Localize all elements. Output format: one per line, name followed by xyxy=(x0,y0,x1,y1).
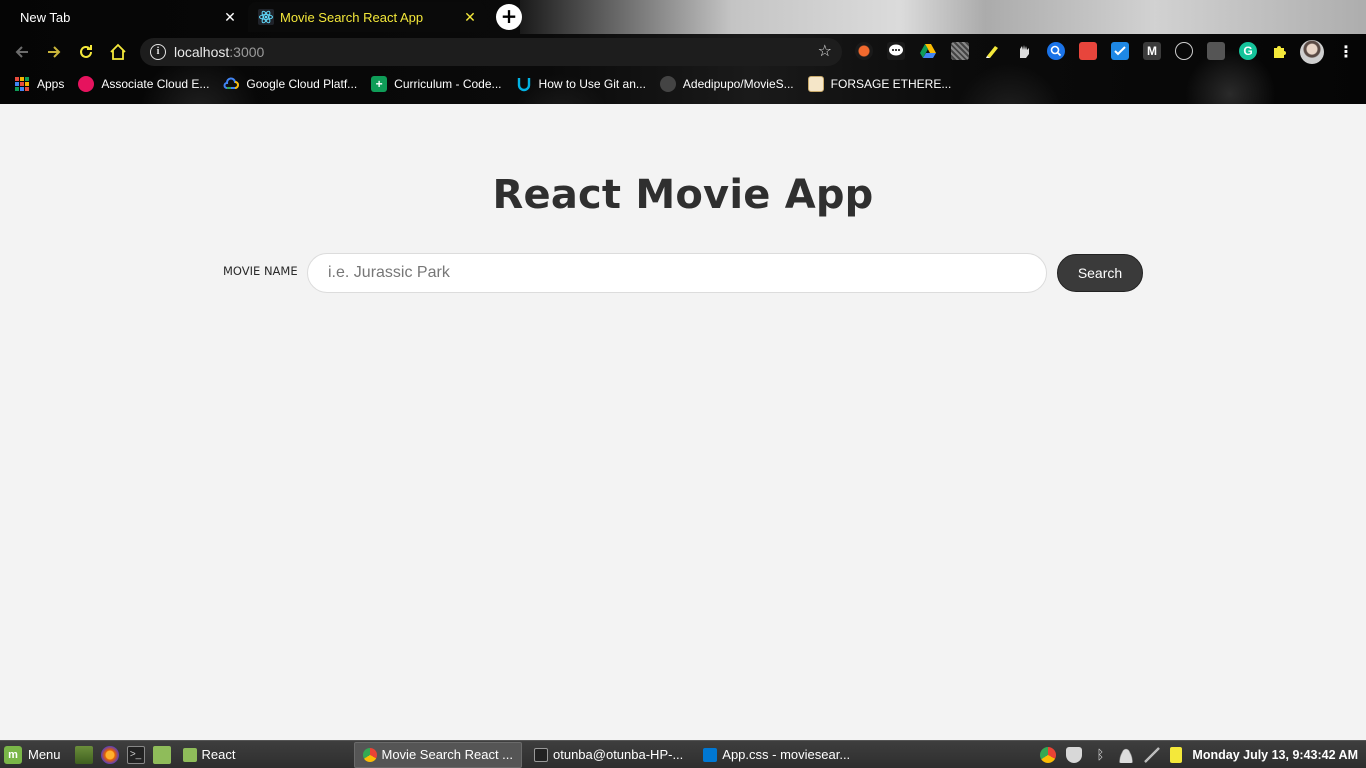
forward-button[interactable] xyxy=(42,40,66,64)
bookmark-apps[interactable]: Apps xyxy=(14,76,64,92)
more-menu-icon[interactable]: ⋮ xyxy=(1338,42,1354,62)
arrow-left-icon xyxy=(15,46,28,58)
terminal-icon xyxy=(534,747,548,762)
qr-code-icon[interactable] xyxy=(951,42,969,60)
bookmark-label: How to Use Git an... xyxy=(538,77,646,91)
battery-icon[interactable] xyxy=(1170,747,1183,763)
bookmark-forsage[interactable]: FORSAGE ETHERE... xyxy=(807,76,952,92)
bookmark-google-cloud[interactable]: Google Cloud Platf... xyxy=(223,76,357,92)
puzzle-extensions-icon[interactable] xyxy=(1271,42,1289,60)
chrome-tray-icon[interactable] xyxy=(1040,747,1057,763)
bookmark-curriculum[interactable]: + Curriculum - Code... xyxy=(371,76,502,92)
react-icon xyxy=(258,9,274,25)
github-icon xyxy=(659,76,676,92)
reload-icon xyxy=(80,45,92,58)
folder-icon xyxy=(182,747,197,762)
grammarly-icon[interactable]: G xyxy=(1239,42,1257,60)
shield-icon[interactable] xyxy=(1066,747,1083,763)
show-desktop-icon[interactable] xyxy=(74,745,93,764)
bookmark-associate-cloud[interactable]: Associate Cloud E... xyxy=(78,76,209,92)
system-tray: ᛒ Monday July 13, 9:43:42 AM xyxy=(1030,741,1358,768)
taskbar-window-terminal[interactable]: otunba@otunba-HP-... xyxy=(526,742,691,768)
firefox-icon[interactable] xyxy=(100,745,119,764)
clock[interactable]: Monday July 13, 9:43:42 AM xyxy=(1192,748,1358,762)
mint-logo-icon: m xyxy=(4,745,22,764)
vscode-icon xyxy=(703,747,718,762)
bookmark-label: Adedipupo/MovieS... xyxy=(682,77,794,91)
window-label: Movie Search React ... xyxy=(381,747,514,762)
checkmark-extension-icon[interactable] xyxy=(1111,42,1129,60)
network-icon[interactable] xyxy=(1144,747,1161,763)
browser-chrome: New Tab ✕ Movie Search React App ✕ + i l… xyxy=(0,0,1366,104)
bookmark-label: FORSAGE ETHERE... xyxy=(830,77,952,91)
red-box-extension-icon[interactable] xyxy=(1079,42,1097,60)
bookmark-label: Apps xyxy=(37,77,65,91)
tab-title: New Tab xyxy=(20,9,71,25)
bluetooth-icon[interactable]: ᛒ xyxy=(1092,747,1108,763)
bookmark-label: Curriculum - Code... xyxy=(394,77,502,91)
close-icon[interactable]: ✕ xyxy=(222,9,238,25)
arrow-right-icon xyxy=(48,46,61,58)
files-launcher-icon[interactable] xyxy=(152,745,171,764)
apps-grid-icon xyxy=(15,77,29,91)
bookmark-label: Google Cloud Platf... xyxy=(246,77,358,91)
home-button[interactable] xyxy=(106,40,130,64)
bookmark-github-repo[interactable]: Adedipupo/MovieS... xyxy=(659,76,794,92)
taskbar-window-vscode[interactable]: App.css - moviesear... xyxy=(695,742,858,768)
bookmark-label: Associate Cloud E... xyxy=(101,77,210,91)
back-button[interactable] xyxy=(10,40,34,64)
menu-label: Menu xyxy=(28,747,61,762)
sheet-plus-icon: + xyxy=(371,76,388,92)
user-icon[interactable] xyxy=(1118,747,1135,763)
terminal-launcher-icon[interactable]: >_ xyxy=(126,745,145,764)
search-button[interactable]: Search xyxy=(1057,254,1143,292)
window-label: React xyxy=(201,747,236,762)
url-host: localhost xyxy=(174,44,230,60)
forsage-icon xyxy=(807,76,824,92)
tab-new-tab[interactable]: New Tab ✕ xyxy=(8,2,246,32)
tab-title: Movie Search React App xyxy=(280,9,424,25)
url-port: :3000 xyxy=(229,44,265,60)
new-tab-button[interactable]: + xyxy=(496,4,522,30)
extension-b-icon[interactable] xyxy=(855,42,873,60)
media-extension-icon[interactable] xyxy=(1207,42,1225,60)
highlighter-icon[interactable] xyxy=(983,42,1001,60)
start-menu-button[interactable]: m Menu xyxy=(4,745,61,764)
medium-m-icon[interactable]: M xyxy=(1143,42,1161,60)
google-cloud-icon xyxy=(223,77,240,89)
pluralsight-icon xyxy=(78,76,95,92)
movie-name-label: MOVIE NAME xyxy=(223,264,298,278)
speech-bubble-icon[interactable] xyxy=(887,42,905,60)
address-bar[interactable]: i localhost:3000 ☆ xyxy=(140,38,842,66)
taskbar-window-chrome[interactable]: Movie Search React ... xyxy=(353,741,522,768)
udacity-icon xyxy=(517,78,530,92)
page-title: React Movie App xyxy=(492,172,874,218)
movie-search-input[interactable] xyxy=(307,253,1047,293)
tab-movie-search[interactable]: Movie Search React App ✕ xyxy=(248,2,486,32)
bookmarks-bar: Apps Associate Cloud E... Google Cloud P… xyxy=(0,72,951,96)
reload-button[interactable] xyxy=(74,40,98,64)
profile-avatar[interactable] xyxy=(1300,40,1324,64)
info-icon[interactable]: i xyxy=(150,44,166,60)
page-content: React Movie App MOVIE NAME Search xyxy=(0,104,1366,740)
google-drive-icon[interactable] xyxy=(919,42,937,60)
bookmark-star-icon[interactable]: ☆ xyxy=(818,43,832,59)
magnifier-extension-icon[interactable] xyxy=(1047,42,1065,60)
home-icon xyxy=(110,43,126,60)
close-icon[interactable]: ✕ xyxy=(462,9,478,25)
bookmark-git-guide[interactable]: How to Use Git an... xyxy=(516,76,646,92)
taskbar: m Menu >_ React Movie Search React ... o… xyxy=(0,740,1366,768)
chrome-icon xyxy=(362,747,377,762)
taskbar-window-react[interactable]: React xyxy=(175,742,244,768)
hand-icon[interactable] xyxy=(1015,42,1033,60)
vimeo-v-icon[interactable] xyxy=(1175,42,1193,60)
window-label: otunba@otunba-HP-... xyxy=(553,747,684,762)
window-label: App.css - moviesear... xyxy=(722,747,851,762)
